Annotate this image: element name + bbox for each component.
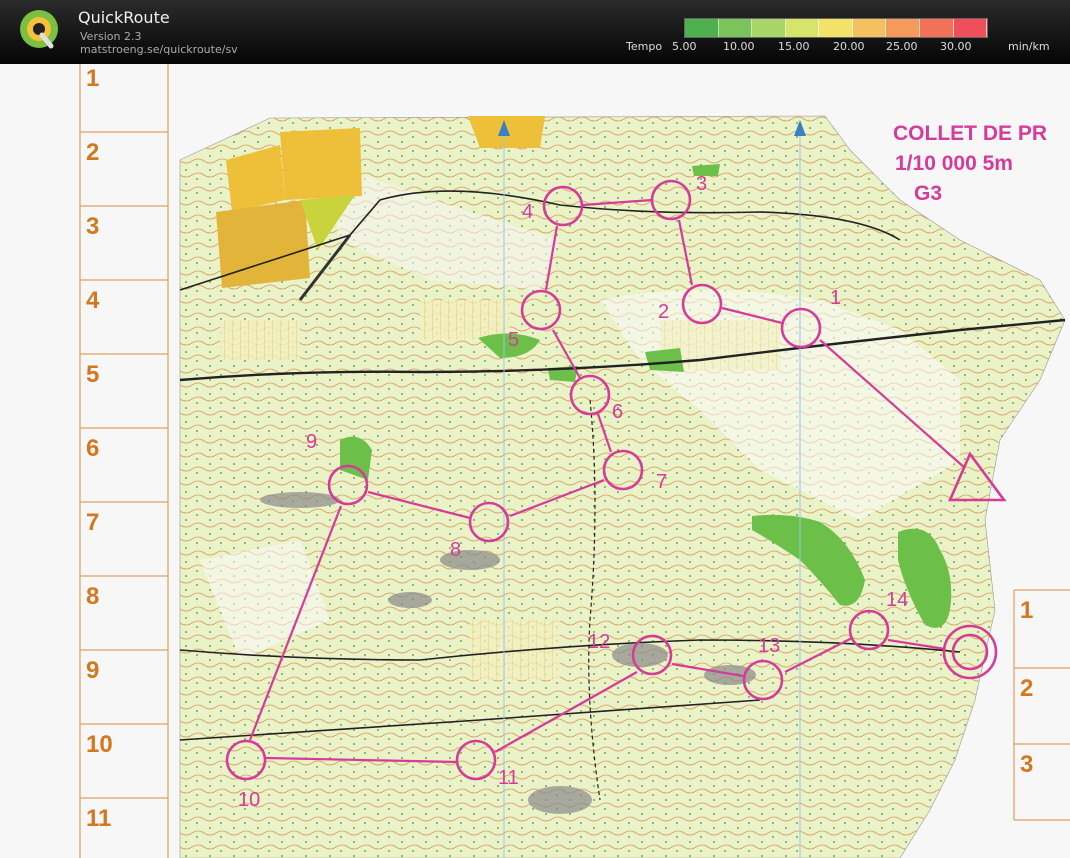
tempo-tick: 25.00 xyxy=(886,40,918,53)
grid-number: 2 xyxy=(1020,675,1033,702)
app-version: Version 2.3 xyxy=(80,30,142,43)
tempo-tick: 15.00 xyxy=(778,40,810,53)
tempo-color-step xyxy=(819,19,853,37)
grid-number: 3 xyxy=(1020,751,1033,778)
control-number: 10 xyxy=(238,789,260,811)
app-header: QuickRoute Version 2.3 matstroeng.se/qui… xyxy=(0,0,1070,64)
control-number: 1 xyxy=(830,287,841,309)
control-number: 5 xyxy=(508,329,519,351)
tempo-tick: 20.00 xyxy=(833,40,865,53)
tempo-color-step xyxy=(718,19,753,37)
tempo-color-step xyxy=(752,19,786,37)
control-number: 2 xyxy=(658,301,669,323)
tempo-color-step xyxy=(852,19,887,37)
grid-number: 6 xyxy=(86,435,99,462)
control-number: 12 xyxy=(588,631,610,653)
grid-number: 5 xyxy=(86,361,99,388)
quickroute-logo-icon xyxy=(20,10,58,49)
control-number: 7 xyxy=(656,471,667,493)
grid-number: 11 xyxy=(86,805,111,832)
grid-number: 3 xyxy=(86,213,99,240)
control-number: 6 xyxy=(612,401,623,423)
map-scale: 1/10 000 5m xyxy=(895,152,1013,175)
control-number: 8 xyxy=(450,539,461,561)
control-number: 3 xyxy=(696,173,707,195)
control-number: 11 xyxy=(498,767,519,789)
grid-number: 8 xyxy=(86,583,99,610)
grid-number: 7 xyxy=(86,509,99,536)
tempo-color-step xyxy=(886,19,920,37)
control-number: 4 xyxy=(522,201,533,223)
tempo-color-scale xyxy=(684,18,988,38)
tempo-color-step xyxy=(685,19,719,37)
control-number: 13 xyxy=(758,635,780,657)
grid-number: 1 xyxy=(86,65,99,92)
control-number: 14 xyxy=(886,589,908,611)
event-title: COLLET DE PR xyxy=(893,122,1047,145)
grid-number: 1 xyxy=(1020,597,1033,624)
grid-number: 2 xyxy=(86,139,99,166)
app-url[interactable]: matstroeng.se/quickroute/sv xyxy=(80,43,238,56)
course-class: G3 xyxy=(914,182,942,205)
tempo-label: Tempo xyxy=(626,40,663,53)
tempo-tick: 30.00 xyxy=(940,40,972,53)
tempo-unit: min/km xyxy=(1008,40,1050,53)
tempo-color-step xyxy=(919,19,954,37)
tempo-color-step xyxy=(953,19,988,37)
tempo-tick: 10.00 xyxy=(723,40,755,53)
grid-number: 10 xyxy=(86,731,113,758)
orienteering-map[interactable]: 1 2 3 4 5 6 7 8 9 10 11 1 2 3 1 2 3 4 5 … xyxy=(0,64,1070,858)
grid-number: 4 xyxy=(86,287,100,314)
control-number: 9 xyxy=(306,431,317,453)
app-title: QuickRoute xyxy=(78,8,170,27)
tempo-tick: 5.00 xyxy=(672,40,697,53)
grid-number: 9 xyxy=(86,657,99,684)
tempo-color-step xyxy=(785,19,820,37)
